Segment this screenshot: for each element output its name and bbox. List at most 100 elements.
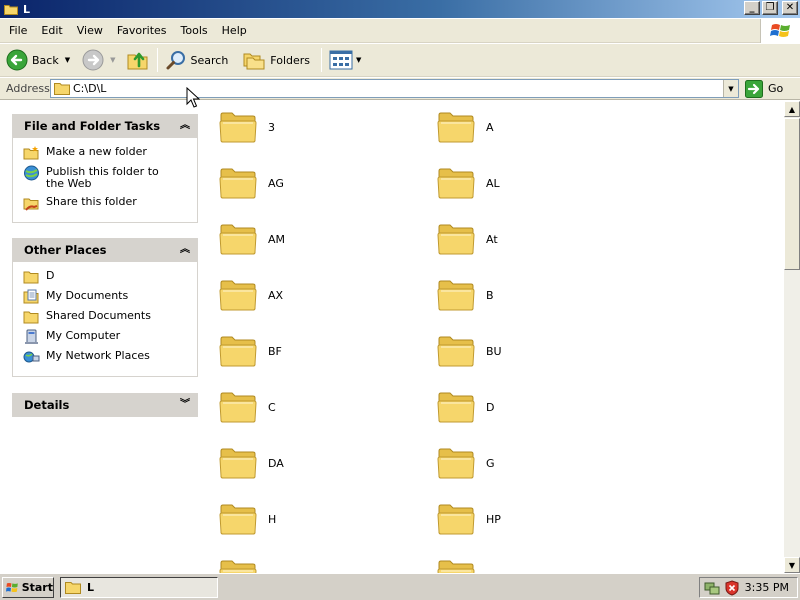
scroll-down-button[interactable]: ▼ [784,557,800,573]
close-button[interactable]: ✕ [782,1,798,15]
security-shield-icon[interactable] [724,579,740,596]
folder-item[interactable]: D [436,389,494,425]
place-label: Shared Documents [46,309,151,322]
folder-name: C [268,400,276,414]
folder-icon [437,112,475,143]
task-publish-folder-web[interactable]: Publish this folder to the Web [23,164,191,194]
taskbar-window-label: L [87,581,95,594]
folder-name: AL [486,176,500,190]
folder-item[interactable]: H [218,501,276,537]
folder-item[interactable] [218,557,268,573]
folder-name: At [486,232,498,246]
views-dropdown-icon[interactable]: ▼ [356,56,361,64]
forward-dropdown-icon[interactable]: ▼ [110,56,115,64]
folder-name: A [486,120,494,134]
folder-icon [4,4,18,15]
mouse-cursor-icon [186,87,200,108]
up-button[interactable] [123,46,153,74]
network-tray-icon[interactable] [704,580,720,596]
system-tray: 3:35 PM [699,577,798,598]
address-field[interactable]: ▼ [50,79,739,98]
search-button[interactable]: Search [162,46,232,74]
scroll-thumb[interactable] [784,118,800,270]
folder-item[interactable]: HP [436,501,501,537]
panel-title: File and Folder Tasks [24,119,161,133]
taskbar-window-l[interactable]: L [60,577,218,598]
my-computer-icon [25,329,38,344]
menu-tools[interactable]: Tools [174,24,215,37]
menu-help[interactable]: Help [215,24,254,37]
start-button[interactable]: Start [2,577,54,598]
address-dropdown-button[interactable]: ▼ [723,80,738,97]
task-share-folder[interactable]: Share this folder [23,194,191,214]
place-shared-documents[interactable]: Shared Documents [23,308,191,328]
publish-web-icon [24,165,39,181]
scroll-up-button[interactable]: ▲ [784,101,800,117]
minimize-button[interactable]: _ [744,1,760,15]
title-bar[interactable]: L _ ❐ ✕ [0,0,800,18]
folder-icon [219,224,257,255]
views-button[interactable]: ▼ [326,46,364,74]
folder-name: G [486,456,495,470]
address-input[interactable] [73,80,713,97]
vertical-scrollbar[interactable]: ▲ ▼ [784,101,800,573]
folder-item[interactable]: BU [436,333,502,369]
other-places-header[interactable]: Other Places ︽ [12,238,198,262]
menu-favorites[interactable]: Favorites [110,24,174,37]
maximize-button[interactable]: ❐ [762,1,778,15]
folder-item[interactable]: AG [218,165,284,201]
folder-name: H [268,512,277,526]
details-header[interactable]: Details ︾ [12,393,198,417]
panel-title: Details [24,398,70,412]
folder-name: AX [268,288,284,302]
back-button[interactable]: Back ▼ [3,46,73,74]
forward-button[interactable]: ▼ [79,46,118,74]
back-arrow-icon [6,49,28,71]
menu-view[interactable]: View [70,24,110,37]
folder-icon [437,560,475,573]
back-dropdown-icon[interactable]: ▼ [65,56,70,64]
my-documents-icon [23,289,39,304]
folder-item[interactable]: AM [218,221,285,257]
window-title: L [23,2,31,16]
go-label: Go [768,82,784,95]
folder-item[interactable]: C [218,389,276,425]
place-label: My Network Places [46,349,150,362]
search-icon [166,51,185,70]
folder-icon [54,83,70,95]
address-bar: Address ▼ Go [0,78,800,100]
task-label: Publish this folder to the Web [46,165,159,190]
restore-icon: ❐ [765,2,775,13]
folder-item[interactable]: G [436,445,495,481]
address-label: Address [6,82,50,95]
go-button[interactable]: Go [745,79,783,98]
folder-item[interactable]: AL [436,165,500,201]
folder-item[interactable]: A [436,109,494,145]
place-my-computer[interactable]: My Computer [23,328,191,348]
place-my-network-places[interactable]: My Network Places [23,348,191,368]
folder-item[interactable] [436,557,486,573]
place-d[interactable]: D [23,268,191,288]
chevron-down-icon[interactable]: ︾ [180,400,190,410]
chevron-up-icon[interactable]: ︽ [180,245,190,255]
folders-button[interactable]: Folders [239,46,313,74]
chevron-down-icon: ▼ [728,84,734,93]
folder-item[interactable]: BF [218,333,282,369]
folder-item[interactable]: AX [218,277,283,313]
folder-item[interactable]: B [436,277,494,313]
menu-edit[interactable]: Edit [34,24,69,37]
task-make-new-folder[interactable]: Make a new folder [23,144,191,164]
folder-icon [437,448,475,479]
folder-item[interactable]: At [436,221,498,257]
folder-name: AG [268,176,284,190]
clock[interactable]: 3:35 PM [745,581,789,594]
folder-icon [219,168,257,199]
place-label: D [46,269,55,282]
toolbar-separator [156,48,158,72]
chevron-up-icon[interactable]: ︽ [180,121,190,131]
folder-item[interactable]: DA [218,445,284,481]
file-folder-tasks-header[interactable]: File and Folder Tasks ︽ [12,114,198,138]
folder-item[interactable]: 3 [218,109,275,145]
menu-file[interactable]: File [0,24,34,37]
place-my-documents[interactable]: My Documents [23,288,191,308]
